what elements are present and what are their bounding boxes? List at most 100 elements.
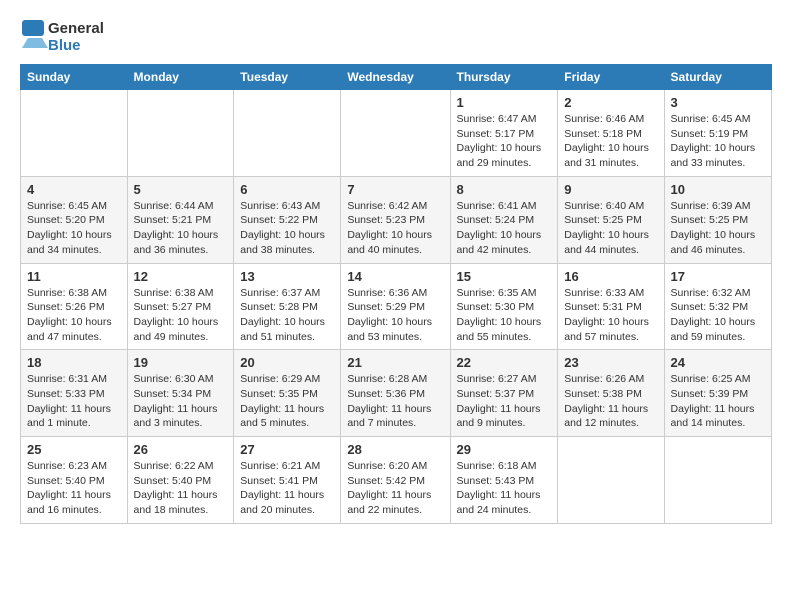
day-number: 18 [27,355,121,370]
calendar-cell: 22Sunrise: 6:27 AM Sunset: 5:37 PM Dayli… [450,350,558,437]
day-number: 2 [564,95,657,110]
day-number: 15 [457,269,552,284]
day-number: 7 [347,182,443,197]
calendar-cell: 27Sunrise: 6:21 AM Sunset: 5:41 PM Dayli… [234,437,341,524]
day-number: 11 [27,269,121,284]
day-detail: Sunrise: 6:31 AM Sunset: 5:33 PM Dayligh… [27,372,121,431]
day-detail: Sunrise: 6:21 AM Sunset: 5:41 PM Dayligh… [240,459,334,518]
calendar-cell: 18 Sunrise: 6:31 AM Sunset: 5:33 PM Dayli… [21,350,128,437]
calendar-cell: 1 Sunrise: 6:47 AM Sunset: 5:17 PM Daylig… [450,90,558,177]
day-detail: Sunrise: 6:38 AM Sunset: 5:26 PM Dayligh… [27,286,121,345]
calendar-cell: 17 Sunrise: 6:32 AM Sunset: 5:32 PM Dayli… [664,263,771,350]
day-number: 17 [671,269,765,284]
calendar-cell: 14 Sunrise: 6:36 AM Sunset: 5:29 PM Dayli… [341,263,450,350]
day-detail: Sunrise: 6:30 AM Sunset: 5:34 PM Dayligh… [134,372,228,431]
day-number: 12 [134,269,228,284]
day-number: 1 [457,95,552,110]
day-of-week-header: Sunday [21,65,128,90]
day-number: 4 [27,182,121,197]
day-of-week-header: Wednesday [341,65,450,90]
day-of-week-header: Saturday [664,65,771,90]
calendar-week-row: 4 Sunrise: 6:45 AM Sunset: 5:20 PM Daylig… [21,176,772,263]
day-number: 13 [240,269,334,284]
day-detail: Sunrise: 6:41 AM Sunset: 5:24 PM Dayligh… [457,199,552,258]
calendar-cell: 23 Sunrise: 6:26 AM Sunset: 5:38 PM Dayli… [558,350,664,437]
calendar-cell: 6 Sunrise: 6:43 AM Sunset: 5:22 PM Daylig… [234,176,341,263]
day-number: 10 [671,182,765,197]
day-detail: Sunrise: 6:26 AM Sunset: 5:38 PM Dayligh… [564,372,657,431]
calendar-cell: 4 Sunrise: 6:45 AM Sunset: 5:20 PM Daylig… [21,176,128,263]
day-of-week-header: Friday [558,65,664,90]
day-number: 6 [240,182,334,197]
calendar-cell: 3 Sunrise: 6:45 AM Sunset: 5:19 PM Daylig… [664,90,771,177]
day-detail: Sunrise: 6:40 AM Sunset: 5:25 PM Dayligh… [564,199,657,258]
day-detail: Sunrise: 6:47 AM Sunset: 5:17 PM Dayligh… [457,112,552,171]
day-number: 29 [457,442,552,457]
day-detail: Sunrise: 6:18 AM Sunset: 5:43 PM Dayligh… [457,459,552,518]
svg-text:General: General [48,20,104,37]
day-detail: Sunrise: 6:28 AM Sunset: 5:36 PM Dayligh… [347,372,443,431]
day-number: 23 [564,355,657,370]
calendar-body: 1 Sunrise: 6:47 AM Sunset: 5:17 PM Daylig… [21,90,772,524]
day-number: 9 [564,182,657,197]
calendar-cell: 21Sunrise: 6:28 AM Sunset: 5:36 PM Dayli… [341,350,450,437]
logo: General Blue [20,16,110,56]
calendar-week-row: 1 Sunrise: 6:47 AM Sunset: 5:17 PM Daylig… [21,90,772,177]
day-number: 25 [27,442,121,457]
day-detail: Sunrise: 6:20 AM Sunset: 5:42 PM Dayligh… [347,459,443,518]
day-number: 8 [457,182,552,197]
day-detail: Sunrise: 6:46 AM Sunset: 5:18 PM Dayligh… [564,112,657,171]
svg-text:Blue: Blue [48,37,81,54]
day-detail: Sunrise: 6:29 AM Sunset: 5:35 PM Dayligh… [240,372,334,431]
page-header: General Blue [20,16,772,56]
day-detail: Sunrise: 6:23 AM Sunset: 5:40 PM Dayligh… [27,459,121,518]
day-detail: Sunrise: 6:25 AM Sunset: 5:39 PM Dayligh… [671,372,765,431]
calendar-cell: 25 Sunrise: 6:23 AM Sunset: 5:40 PM Dayli… [21,437,128,524]
day-detail: Sunrise: 6:32 AM Sunset: 5:32 PM Dayligh… [671,286,765,345]
calendar-cell: 24 Sunrise: 6:25 AM Sunset: 5:39 PM Dayli… [664,350,771,437]
day-of-week-header: Thursday [450,65,558,90]
day-number: 19 [134,355,228,370]
day-detail: Sunrise: 6:39 AM Sunset: 5:25 PM Dayligh… [671,199,765,258]
calendar-header-row: SundayMondayTuesdayWednesdayThursdayFrid… [21,65,772,90]
day-number: 5 [134,182,228,197]
calendar-week-row: 18 Sunrise: 6:31 AM Sunset: 5:33 PM Dayli… [21,350,772,437]
day-number: 3 [671,95,765,110]
calendar-cell [558,437,664,524]
day-number: 28 [347,442,443,457]
calendar-cell [664,437,771,524]
calendar-cell: 19 Sunrise: 6:30 AM Sunset: 5:34 PM Dayli… [127,350,234,437]
day-number: 20 [240,355,334,370]
day-detail: Sunrise: 6:45 AM Sunset: 5:20 PM Dayligh… [27,199,121,258]
calendar-cell: 26Sunrise: 6:22 AM Sunset: 5:40 PM Dayli… [127,437,234,524]
calendar-week-row: 25 Sunrise: 6:23 AM Sunset: 5:40 PM Dayli… [21,437,772,524]
day-detail: Sunrise: 6:45 AM Sunset: 5:19 PM Dayligh… [671,112,765,171]
calendar-cell: 12 Sunrise: 6:38 AM Sunset: 5:27 PM Dayli… [127,263,234,350]
calendar-cell: 29 Sunrise: 6:18 AM Sunset: 5:43 PM Dayli… [450,437,558,524]
day-detail: Sunrise: 6:44 AM Sunset: 5:21 PM Dayligh… [134,199,228,258]
day-of-week-header: Tuesday [234,65,341,90]
day-number: 16 [564,269,657,284]
day-detail: Sunrise: 6:33 AM Sunset: 5:31 PM Dayligh… [564,286,657,345]
calendar-cell [234,90,341,177]
calendar-cell [21,90,128,177]
day-detail: Sunrise: 6:43 AM Sunset: 5:22 PM Dayligh… [240,199,334,258]
day-detail: Sunrise: 6:42 AM Sunset: 5:23 PM Dayligh… [347,199,443,258]
day-detail: Sunrise: 6:37 AM Sunset: 5:28 PM Dayligh… [240,286,334,345]
calendar-cell [341,90,450,177]
calendar-cell: 20 Sunrise: 6:29 AM Sunset: 5:35 PM Dayli… [234,350,341,437]
day-number: 24 [671,355,765,370]
day-detail: Sunrise: 6:38 AM Sunset: 5:27 PM Dayligh… [134,286,228,345]
day-detail: Sunrise: 6:22 AM Sunset: 5:40 PM Dayligh… [134,459,228,518]
calendar-week-row: 11 Sunrise: 6:38 AM Sunset: 5:26 PM Dayli… [21,263,772,350]
calendar-cell: 5 Sunrise: 6:44 AM Sunset: 5:21 PM Daylig… [127,176,234,263]
calendar-cell: 8 Sunrise: 6:41 AM Sunset: 5:24 PM Daylig… [450,176,558,263]
day-of-week-header: Monday [127,65,234,90]
day-number: 22 [457,355,552,370]
calendar-cell: 11 Sunrise: 6:38 AM Sunset: 5:26 PM Dayli… [21,263,128,350]
day-number: 14 [347,269,443,284]
day-detail: Sunrise: 6:36 AM Sunset: 5:29 PM Dayligh… [347,286,443,345]
logo-svg: General Blue [20,16,110,56]
calendar-cell: 13 Sunrise: 6:37 AM Sunset: 5:28 PM Dayli… [234,263,341,350]
day-detail: Sunrise: 6:35 AM Sunset: 5:30 PM Dayligh… [457,286,552,345]
